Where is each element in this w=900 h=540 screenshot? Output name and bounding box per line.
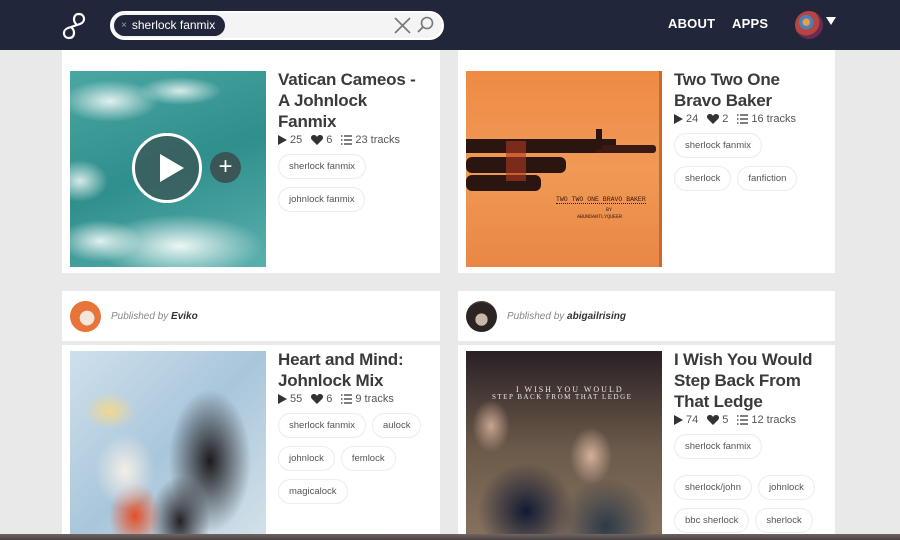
like-count: 2 — [722, 113, 729, 125]
tag[interactable]: bbc sherlock — [674, 508, 750, 533]
cover-title-text: TWO TWO ONE BRAVO BAKER — [556, 196, 646, 204]
search-icon[interactable] — [416, 16, 434, 34]
mix-card[interactable]: Heart and Mind: Johnlock Mix 55 6 9 trac… — [62, 345, 440, 540]
caret-down-icon[interactable] — [826, 17, 836, 25]
publisher-row: Published by abigailrising — [458, 291, 835, 341]
play-count: 24 — [686, 113, 699, 125]
tag[interactable]: sherlock fanmix — [674, 434, 762, 459]
remove-chip-icon[interactable]: × — [121, 15, 127, 36]
search-filter-chip[interactable]: × sherlock fanmix — [114, 15, 226, 36]
mix-title[interactable]: Two Two One Bravo Baker — [674, 69, 824, 111]
heart-icon — [311, 135, 324, 145]
tag-list: sherlock fanmix sherlock/john johnlock b… — [674, 434, 824, 533]
heart-icon — [707, 415, 720, 425]
mix-cover-image[interactable]: TWO TWO ONE BRAVO BAKER BY ABUNDANTLYQUE… — [466, 71, 662, 267]
mix-title[interactable]: I Wish You Would Step Back From That Led… — [674, 349, 824, 412]
tag[interactable]: fanfiction — [737, 166, 798, 191]
like-count: 5 — [722, 414, 729, 426]
tracklist-icon — [341, 394, 353, 404]
play-button[interactable] — [132, 133, 202, 203]
window-bottom-edge — [0, 534, 900, 540]
add-to-collection-button[interactable]: + — [210, 152, 241, 183]
mix-title[interactable]: Heart and Mind: Johnlock Mix — [278, 349, 428, 391]
tag[interactable]: sherlock fanmix — [278, 154, 366, 179]
heart-icon — [707, 114, 720, 124]
published-by-label: Published by — [507, 310, 565, 322]
tag[interactable]: femlock — [340, 446, 396, 471]
tag-list: sherlock fanmix johnlock fanmix — [278, 154, 428, 212]
previous-card-bottom — [62, 50, 440, 65]
mix-info: Heart and Mind: Johnlock Mix 55 6 9 trac… — [278, 349, 428, 504]
search-bar[interactable]: × sherlock fanmix — [110, 11, 444, 40]
top-navigation-bar: × sherlock fanmix ABOUT APPS — [0, 0, 900, 50]
publisher-row: Published by Eviko — [62, 291, 440, 341]
tag[interactable]: sherlock fanmix — [674, 133, 762, 158]
cover-author-text: ABUNDANTLYQUEER — [577, 214, 623, 220]
play-count-icon — [278, 135, 287, 145]
mix-card[interactable]: + Vatican Cameos - A Johnlock Fanmix 25 … — [62, 65, 440, 273]
publisher-name[interactable]: abigailrising — [567, 311, 626, 322]
like-count: 6 — [326, 134, 333, 146]
tag[interactable]: magicalock — [278, 479, 348, 504]
mix-card[interactable]: TWO TWO ONE BRAVO BAKER BY ABUNDANTLYQUE… — [458, 65, 835, 273]
mix-stats: 24 2 16 tracks — [674, 113, 824, 125]
play-count: 25 — [290, 134, 303, 146]
user-avatar[interactable] — [795, 11, 823, 39]
previous-card-bottom — [458, 50, 835, 65]
mix-cover-image[interactable]: + — [70, 71, 266, 267]
publisher-name[interactable]: Eviko — [171, 311, 198, 322]
mix-info: I Wish You Would Step Back From That Led… — [674, 349, 824, 533]
nav-about-link[interactable]: ABOUT — [668, 16, 715, 31]
mix-title[interactable]: Vatican Cameos - A Johnlock Fanmix — [278, 69, 428, 132]
cover-rifle-graphic — [466, 129, 656, 191]
published-by-label: Published by — [111, 310, 169, 322]
mix-stats: 55 6 9 tracks — [278, 393, 428, 405]
mix-cover-image[interactable] — [70, 351, 266, 540]
like-count: 6 — [326, 393, 333, 405]
tag[interactable]: johnlock — [757, 475, 815, 500]
tag[interactable]: sherlock — [674, 166, 732, 191]
infinity-logo-icon[interactable] — [60, 12, 88, 40]
track-count: 23 tracks — [355, 134, 401, 146]
close-icon[interactable] — [393, 16, 412, 35]
tag-list: sherlock fanmix aulock johnlock femlock … — [278, 413, 428, 504]
play-count: 55 — [290, 393, 303, 405]
track-count: 12 tracks — [751, 414, 797, 426]
tracklist-icon — [737, 114, 749, 124]
play-count: 74 — [686, 414, 699, 426]
track-count: 16 tracks — [751, 113, 797, 125]
heart-icon — [311, 394, 324, 404]
play-count-icon — [674, 415, 683, 425]
cover-subtitle-text: STEP BACK FROM THAT LEDGE — [492, 393, 633, 401]
play-count-icon — [674, 114, 683, 124]
tag[interactable]: sherlock — [755, 508, 813, 533]
publisher-avatar[interactable] — [70, 300, 101, 332]
tag-list: sherlock fanmix sherlock fanfiction — [674, 133, 824, 191]
mix-stats: 74 5 12 tracks — [674, 414, 824, 426]
nav-apps-link[interactable]: APPS — [732, 16, 768, 31]
tag[interactable]: johnlock — [278, 446, 335, 471]
chip-label: sherlock fanmix — [131, 18, 216, 32]
tag[interactable]: sherlock/john — [674, 475, 752, 500]
play-count-icon — [278, 394, 287, 404]
publisher-avatar[interactable] — [466, 300, 497, 332]
tracklist-icon — [737, 415, 749, 425]
mix-stats: 25 6 23 tracks — [278, 134, 428, 146]
tracklist-icon — [341, 135, 353, 145]
mix-info: Two Two One Bravo Baker 24 2 16 tracks s… — [674, 69, 824, 191]
mix-info: Vatican Cameos - A Johnlock Fanmix 25 6 … — [278, 69, 428, 212]
mix-card[interactable]: I WISH YOU WOULD STEP BACK FROM THAT LED… — [458, 345, 835, 540]
tag[interactable]: aulock — [372, 413, 422, 438]
cover-by-text: BY — [606, 207, 613, 213]
track-count: 9 tracks — [355, 393, 394, 405]
tag[interactable]: sherlock fanmix — [278, 413, 366, 438]
tag[interactable]: johnlock fanmix — [278, 187, 366, 212]
mix-cover-image[interactable]: I WISH YOU WOULD STEP BACK FROM THAT LED… — [466, 351, 662, 540]
